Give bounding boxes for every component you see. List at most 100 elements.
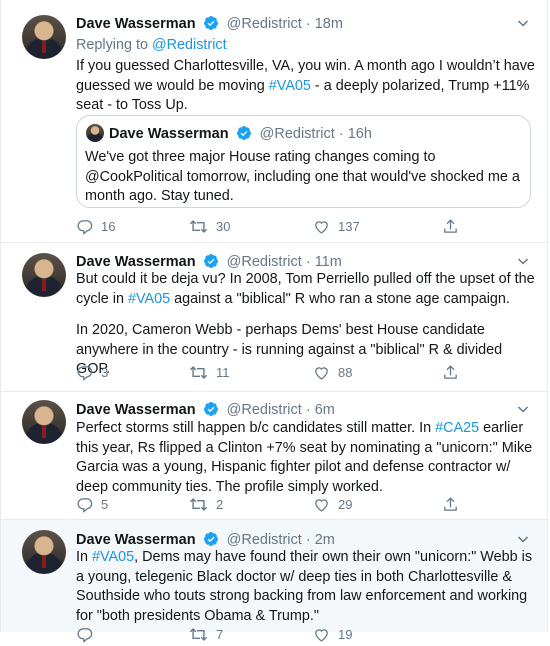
heart-icon xyxy=(315,629,328,642)
like-button[interactable]: 19 xyxy=(313,626,352,643)
separator: · xyxy=(305,254,311,270)
author-name[interactable]: Dave Wasserman xyxy=(76,254,196,270)
quoted-text: We've got three major House rating chang… xyxy=(85,149,520,204)
verified-badge-icon xyxy=(203,402,218,416)
tweet-header: Dave Wasserman @Redistrict · 11m xyxy=(76,253,342,271)
author-handle[interactable]: @Redistrict xyxy=(227,532,302,548)
tweet-4[interactable]: Dave Wasserman @Redistrict · 2m In #VA05… xyxy=(0,520,548,643)
verified-badge-icon xyxy=(236,126,251,140)
timestamp[interactable]: 6m xyxy=(315,402,335,418)
reply-count: 5 xyxy=(101,496,109,512)
share-button[interactable] xyxy=(442,218,467,235)
reply-icon xyxy=(77,628,93,643)
like-count: 19 xyxy=(338,626,353,642)
avatar[interactable] xyxy=(22,253,66,297)
tweet-text: Perfect storms still happen b/c candidat… xyxy=(76,419,536,497)
quoted-author-name: Dave Wasserman xyxy=(109,126,229,142)
tweet-actions: 16 30 137 xyxy=(76,218,516,238)
separator: · xyxy=(305,402,311,418)
chevron-down-icon[interactable] xyxy=(517,17,529,29)
text-segment: against a "biblical" R who ran a stone a… xyxy=(170,290,510,307)
retweet-count: 30 xyxy=(216,218,231,234)
avatar[interactable] xyxy=(22,15,66,59)
reply-button[interactable]: 5 xyxy=(76,496,108,513)
retweet-button[interactable]: 11 xyxy=(189,364,230,381)
retweet-icon xyxy=(189,628,208,641)
author-handle[interactable]: @Redistrict xyxy=(227,402,302,418)
chevron-down-icon[interactable] xyxy=(517,255,529,267)
hashtag-link[interactable]: #VA05 xyxy=(128,291,170,307)
replying-prefix: Replying to xyxy=(76,37,148,53)
chevron-down-icon[interactable] xyxy=(517,403,529,415)
reply-icon xyxy=(77,366,93,381)
share-button[interactable] xyxy=(442,496,467,513)
author-handle[interactable]: @Redistrict xyxy=(227,16,302,32)
tweet-actions: 5 2 29 xyxy=(76,496,516,516)
tweet-text: In #VA05, Dems may have found their own … xyxy=(76,548,536,626)
quoted-tweet[interactable]: Dave Wasserman @Redistrict · 16h We've g… xyxy=(76,115,531,208)
heart-icon xyxy=(315,367,328,380)
author-handle[interactable]: @Redistrict xyxy=(227,254,302,270)
separator: · xyxy=(338,126,344,142)
timestamp[interactable]: 18m xyxy=(315,16,343,32)
avatar[interactable] xyxy=(22,400,66,444)
quoted-timestamp: 16h xyxy=(347,126,372,142)
retweet-count: 2 xyxy=(216,496,224,512)
hashtag-link[interactable]: #VA05 xyxy=(92,549,134,565)
quoted-avatar xyxy=(86,124,104,142)
tweet-header: Dave Wasserman @Redistrict · 2m xyxy=(76,531,335,549)
verified-badge-icon xyxy=(203,532,218,546)
reply-button[interactable]: 16 xyxy=(76,218,115,235)
tweet-header: Dave Wasserman @Redistrict · 6m xyxy=(76,401,335,419)
avatar[interactable] xyxy=(22,530,66,574)
tweet-actions: 3 11 88 xyxy=(76,364,516,384)
verified-badge-icon xyxy=(203,254,218,268)
tweet-header: Dave Wasserman @Redistrict · 18m xyxy=(76,15,343,33)
tweet-text: But could it be deja vu? In 2008, Tom Pe… xyxy=(76,270,536,309)
like-count: 29 xyxy=(338,496,353,512)
like-count: 88 xyxy=(338,364,353,380)
retweet-icon xyxy=(189,498,208,511)
like-button[interactable]: 137 xyxy=(313,218,360,235)
timestamp[interactable]: 11m xyxy=(315,254,342,270)
reply-button[interactable]: 3 xyxy=(76,364,108,381)
retweet-count: 7 xyxy=(216,626,224,642)
reply-count: 16 xyxy=(101,218,116,234)
quoted-header: Dave Wasserman @Redistrict · 16h xyxy=(109,125,372,142)
text-segment: In xyxy=(76,549,92,565)
separator: · xyxy=(305,16,311,32)
timestamp[interactable]: 2m xyxy=(315,532,335,548)
retweet-icon xyxy=(189,220,208,233)
share-icon xyxy=(444,497,457,511)
share-icon xyxy=(444,219,457,233)
retweet-button[interactable]: 7 xyxy=(189,626,223,643)
text-segment: Perfect storms still happen b/c candidat… xyxy=(76,420,436,436)
retweet-button[interactable]: 30 xyxy=(189,218,230,235)
chevron-down-icon[interactable] xyxy=(517,533,529,545)
author-name[interactable]: Dave Wasserman xyxy=(76,402,196,418)
tweet-2[interactable]: Dave Wasserman @Redistrict · 11m But cou… xyxy=(0,243,548,392)
separator: · xyxy=(305,532,311,548)
retweet-icon xyxy=(189,366,208,379)
hashtag-link[interactable]: #VA05 xyxy=(269,78,311,94)
tweet-actions: 7 19 xyxy=(76,626,516,646)
retweet-button[interactable]: 2 xyxy=(189,496,223,513)
hashtag-link[interactable]: #CA25 xyxy=(435,420,479,436)
reply-button[interactable] xyxy=(76,626,101,643)
author-name[interactable]: Dave Wasserman xyxy=(76,16,196,32)
tweet-text: If you guessed Charlottesville, VA, you … xyxy=(76,57,536,116)
like-button[interactable]: 29 xyxy=(313,496,352,513)
reply-count: 3 xyxy=(101,364,109,380)
tweet-1[interactable]: Dave Wasserman @Redistrict · 18m Replyin… xyxy=(0,0,548,243)
text-segment: , Dems may have found their own their ow… xyxy=(76,549,533,624)
author-name[interactable]: Dave Wasserman xyxy=(76,532,196,548)
replying-to: Replying to @Redistrict xyxy=(76,36,536,56)
like-button[interactable]: 88 xyxy=(313,364,352,381)
heart-icon xyxy=(315,499,328,512)
like-count: 137 xyxy=(338,218,360,234)
tweet-3[interactable]: Dave Wasserman @Redistrict · 6m Perfect … xyxy=(0,392,548,520)
replying-to-link[interactable]: @Redistrict xyxy=(152,37,227,53)
heart-icon xyxy=(315,221,328,234)
share-button[interactable] xyxy=(442,364,467,381)
reply-icon xyxy=(77,498,93,513)
